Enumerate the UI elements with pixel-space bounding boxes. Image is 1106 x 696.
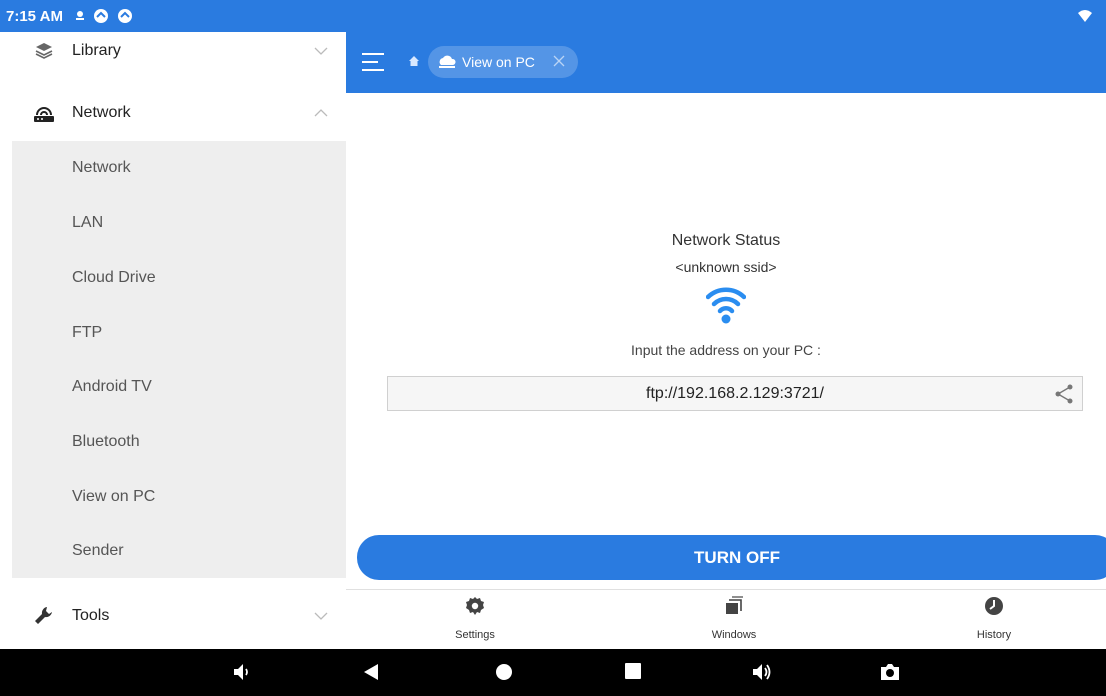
close-icon[interactable] bbox=[552, 54, 566, 71]
tab-view-on-pc[interactable]: View on PC bbox=[428, 46, 578, 78]
windows-stack-icon bbox=[724, 596, 744, 621]
bottom-toolbar: Settings Windows History bbox=[346, 589, 1106, 649]
layers-icon bbox=[32, 39, 56, 63]
sidebar-item-cloud-drive[interactable]: Cloud Drive bbox=[12, 251, 346, 305]
home-button-icon[interactable] bbox=[495, 663, 513, 681]
recents-icon[interactable] bbox=[625, 663, 641, 679]
ssid-label: <unknown ssid> bbox=[675, 259, 777, 275]
settings-tab[interactable]: Settings bbox=[415, 596, 535, 641]
tab-label: View on PC bbox=[462, 54, 535, 70]
clock-icon bbox=[984, 596, 1004, 621]
chevron-up-icon bbox=[314, 104, 328, 122]
sidebar-item-network[interactable]: Network bbox=[12, 141, 346, 195]
sidebar-item-sender[interactable]: Sender bbox=[12, 524, 346, 578]
sidebar-group-tools[interactable]: Tools bbox=[0, 589, 346, 643]
sidebar-item-ftp[interactable]: FTP bbox=[12, 306, 346, 360]
network-submenu: Network LAN Cloud Drive FTP Android TV B… bbox=[12, 141, 346, 578]
wifi-icon bbox=[705, 283, 747, 330]
status-time: 7:15 AM bbox=[6, 7, 63, 25]
sidebar-group-label: Network bbox=[72, 104, 131, 121]
app-notification-icon-2 bbox=[117, 8, 133, 24]
menu-icon[interactable] bbox=[362, 50, 386, 74]
tab-label: Windows bbox=[711, 629, 757, 641]
view-on-pc-panel: Network Status <unknown ssid> Input the … bbox=[346, 93, 1106, 588]
share-icon[interactable] bbox=[1054, 384, 1074, 409]
network-status-title: Network Status bbox=[671, 232, 781, 249]
sidebar-group-network[interactable]: Network bbox=[0, 86, 346, 140]
chevron-down-icon bbox=[314, 42, 328, 60]
windows-tab[interactable]: Windows bbox=[674, 596, 794, 641]
sidebar-group-label: Tools bbox=[72, 607, 110, 624]
cloud-computer-icon bbox=[438, 55, 456, 69]
volume-down-icon[interactable] bbox=[233, 663, 251, 681]
wrench-icon bbox=[32, 604, 56, 628]
sidebar-item-bluetooth[interactable]: Bluetooth bbox=[12, 415, 346, 469]
turn-off-button[interactable]: TURN OFF bbox=[357, 535, 1106, 580]
wifi-signal-icon bbox=[1078, 10, 1092, 22]
sidebar-group-label: Library bbox=[72, 42, 121, 59]
toolbar: View on PC bbox=[346, 32, 1106, 93]
tab-label: Settings bbox=[455, 629, 495, 641]
history-tab[interactable]: History bbox=[934, 596, 1054, 641]
tab-label: History bbox=[976, 629, 1012, 641]
chevron-down-icon bbox=[314, 607, 328, 625]
instruction-text: Input the address on your PC : bbox=[631, 342, 821, 358]
router-icon bbox=[32, 101, 56, 125]
sidebar-item-lan[interactable]: LAN bbox=[12, 196, 346, 250]
home-icon[interactable] bbox=[408, 54, 420, 72]
sidebar-group-library[interactable]: Library bbox=[0, 24, 346, 78]
notification-dot-icon bbox=[75, 10, 85, 22]
system-navigation-bar bbox=[0, 649, 1106, 696]
navigation-drawer: Library Network Network LAN Cloud Drive … bbox=[0, 32, 346, 649]
volume-up-icon[interactable] bbox=[752, 663, 772, 681]
screenshot-camera-icon[interactable] bbox=[880, 663, 900, 681]
back-icon[interactable] bbox=[363, 663, 379, 681]
ftp-address: ftp://192.168.2.129:3721/ bbox=[646, 384, 824, 402]
ftp-address-field[interactable]: ftp://192.168.2.129:3721/ bbox=[387, 376, 1083, 411]
sidebar-item-view-on-pc[interactable]: View on PC bbox=[12, 470, 346, 524]
gear-icon bbox=[465, 596, 485, 621]
sidebar-item-android-tv[interactable]: Android TV bbox=[12, 360, 346, 414]
app-notification-icon bbox=[93, 8, 109, 24]
